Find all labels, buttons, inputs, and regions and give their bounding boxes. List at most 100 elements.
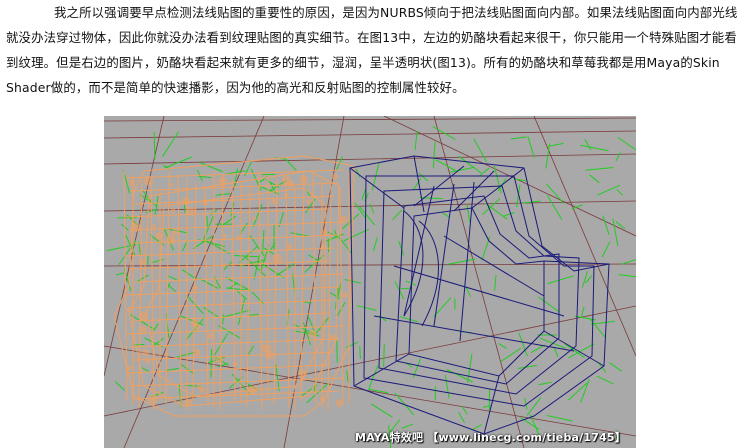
- vertex-cluster: [222, 263, 227, 268]
- wire-edge: [285, 182, 290, 408]
- article-paragraph: 我之所以强调要早点检测法线贴图的重要性的原因，是因为NURBS倾向于把法线贴图面…: [6, 5, 738, 95]
- normal-vector: [589, 174, 600, 184]
- normal-vector: [401, 423, 413, 429]
- vertex-cluster: [139, 311, 149, 321]
- normal-vector: [151, 258, 164, 264]
- normal-vector: [546, 415, 573, 422]
- normal-vector: [262, 230, 265, 253]
- vertex-cluster: [272, 253, 283, 264]
- normal-vector: [581, 270, 588, 288]
- normal-vector: [444, 375, 450, 399]
- vertex-cluster: [170, 207, 176, 213]
- normal-vector: [222, 314, 225, 325]
- vertex-cluster: [246, 386, 255, 395]
- wire-edge: [133, 273, 345, 283]
- normal-vector: [466, 204, 471, 223]
- normal-vector: [372, 237, 378, 252]
- normal-vector: [500, 347, 521, 362]
- vertex-cluster: [148, 394, 158, 404]
- normal-vector: [617, 137, 636, 151]
- normal-vector: [538, 381, 552, 386]
- wire-edge: [219, 174, 224, 411]
- vertex-cluster: [171, 229, 179, 236]
- normal-vector: [368, 365, 379, 390]
- normal-vector: [621, 259, 636, 265]
- vertex-cluster: [232, 361, 238, 367]
- wireframe-render: [104, 116, 636, 448]
- normal-vector: [161, 131, 180, 157]
- normal-vector: [165, 367, 179, 372]
- wire-edge: [125, 169, 345, 179]
- wire-edge: [204, 186, 209, 405]
- normal-vector: [137, 274, 149, 282]
- figure-13-viewport: MAYA特效吧 【www.linecg.com/tieba/1745】: [104, 116, 636, 448]
- normal-vector: [203, 306, 219, 318]
- normal-vector: [494, 274, 497, 291]
- vertex-cluster: [192, 285, 199, 292]
- vertex-cluster: [193, 323, 201, 331]
- vertex-cluster: [128, 179, 136, 187]
- normal-vector: [498, 342, 507, 349]
- normal-vector: [601, 241, 611, 258]
- normal-vector: [206, 216, 208, 228]
- vertex-cluster: [341, 292, 348, 299]
- wire-edge: [129, 299, 335, 309]
- normal-vector: [478, 167, 490, 177]
- wire-edge: [129, 221, 345, 231]
- wire-edge: [133, 312, 330, 322]
- normal-vector: [609, 362, 623, 372]
- normal-vector: [518, 332, 528, 357]
- normal-vector: [356, 305, 377, 311]
- normal-vector: [394, 392, 415, 416]
- normal-vector: [400, 287, 410, 290]
- normal-vector: [618, 274, 636, 278]
- vertex-cluster: [218, 176, 227, 186]
- normal-vector: [210, 349, 213, 378]
- cheese-left-wireframe: [113, 155, 355, 417]
- normal-vector: [503, 211, 515, 217]
- normal-vector: [233, 168, 239, 187]
- normal-vector: [218, 325, 241, 339]
- vertex-cluster: [126, 307, 132, 312]
- cheese-right-wireframe: [349, 155, 610, 435]
- vertex-cluster: [284, 192, 289, 198]
- vertex-cluster: [331, 173, 338, 180]
- normal-vector: [153, 131, 156, 160]
- vertex-cluster: [155, 232, 163, 240]
- wire-edge: [150, 182, 155, 411]
- vertex-cluster: [320, 229, 328, 237]
- vertex-cluster: [340, 215, 348, 224]
- normal-vector: [547, 275, 574, 285]
- vertex-cluster: [223, 234, 228, 239]
- normal-vector: [199, 278, 219, 289]
- normal-vector: [361, 189, 366, 200]
- normal-vector: [114, 381, 126, 392]
- vertex-cluster: [164, 353, 169, 358]
- normal-vector: [473, 138, 488, 162]
- vertex-cluster: [320, 244, 325, 250]
- normal-vector: [580, 144, 609, 152]
- normal-vector: [369, 203, 375, 214]
- normal-vector: [138, 241, 141, 256]
- normal-vector: [432, 141, 436, 169]
- normal-vector: [383, 343, 385, 368]
- normal-vector: [371, 403, 393, 418]
- vertex-cluster: [320, 396, 325, 402]
- normal-vector: [546, 183, 565, 204]
- vertex-cluster: [308, 330, 317, 338]
- normal-vector: [584, 138, 592, 151]
- normal-vector: [580, 379, 590, 403]
- vertex-cluster: [335, 398, 344, 408]
- normal-vector: [147, 255, 149, 265]
- vertex-cluster: [138, 258, 146, 266]
- normal-vector: [615, 152, 621, 162]
- normal-vector: [167, 284, 177, 293]
- vertex-cluster: [181, 197, 191, 206]
- normal-vector: [596, 184, 621, 196]
- vertex-cluster: [286, 243, 293, 250]
- normal-vector: [615, 221, 626, 230]
- vertex-cluster: [144, 357, 151, 364]
- normal-vector: [567, 382, 588, 401]
- vertex-cluster: [184, 398, 193, 407]
- normal-vector: [248, 314, 259, 316]
